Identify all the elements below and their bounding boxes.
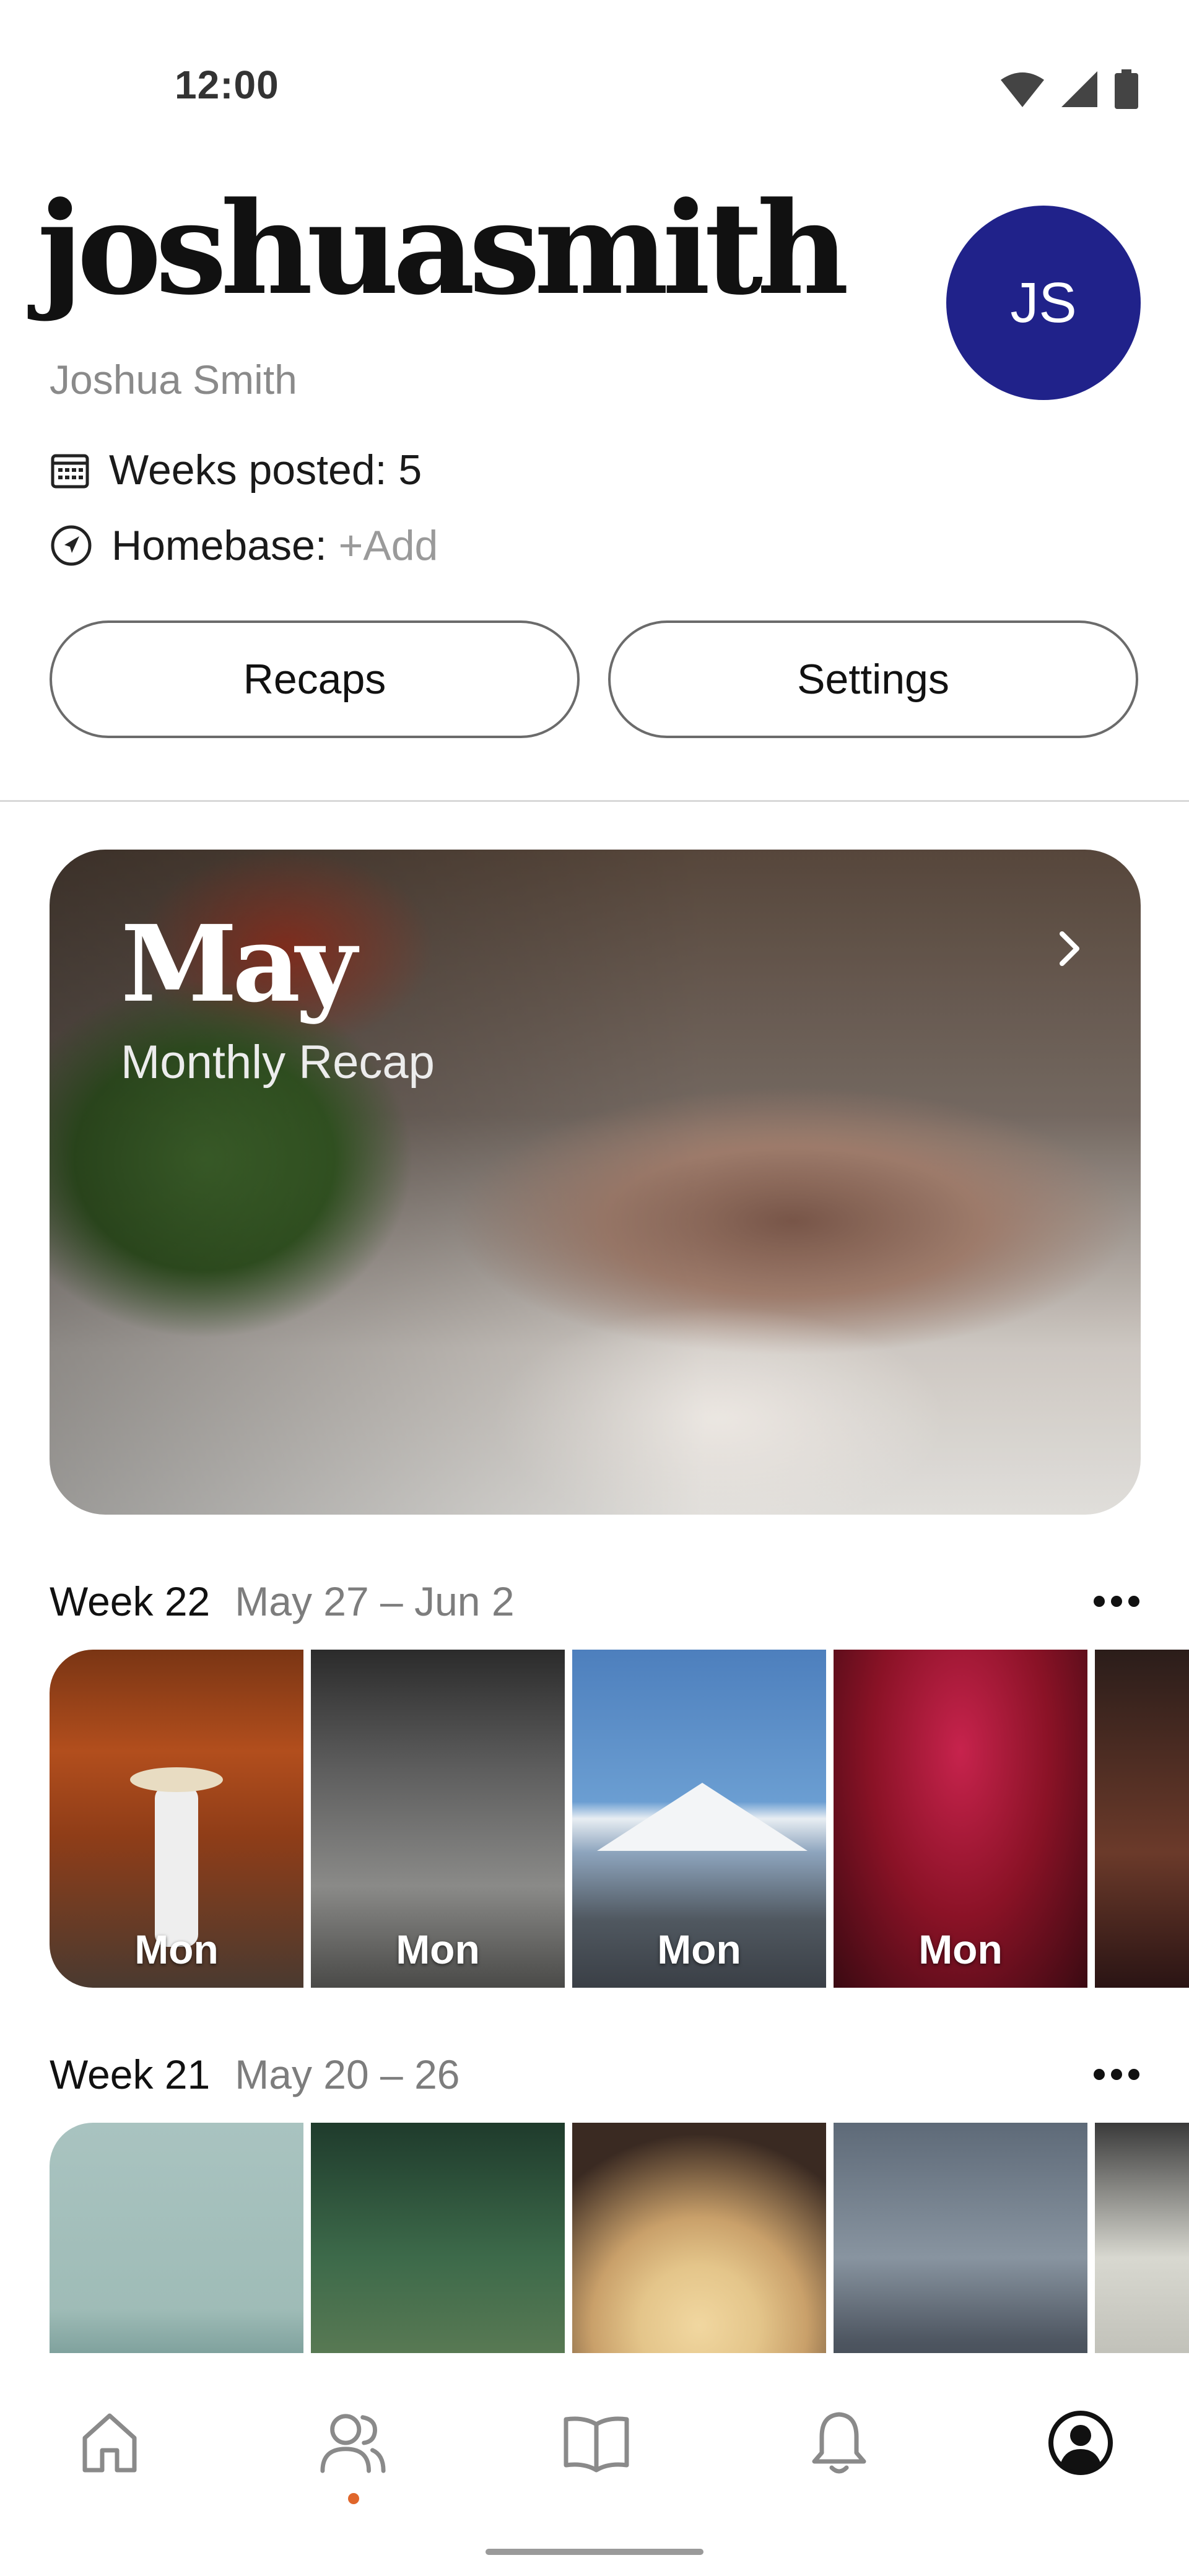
day-label: Mon [657, 1926, 741, 1972]
home-indicator [486, 2549, 703, 2555]
week-22-photos: Mon Mon Mon Mon [50, 1650, 1189, 1988]
photo-thumbnail[interactable] [311, 2123, 565, 2353]
homebase-add-link[interactable]: +Add [339, 522, 438, 569]
monthly-recap-card[interactable]: May Monthly Recap [50, 850, 1141, 1515]
week-title: Week 22 [50, 1578, 211, 1624]
battery-icon [1115, 69, 1138, 109]
photo-thumbnail[interactable] [1095, 1650, 1189, 1988]
photo-thumbnail[interactable] [50, 2123, 303, 2353]
day-label: Mon [396, 1926, 480, 1972]
avatar-initials: JS [1010, 271, 1077, 334]
status-icons [1001, 69, 1138, 109]
photo-thumbnail[interactable] [572, 2123, 826, 2353]
weeks-posted-row: Weeks posted: 5 [50, 446, 422, 494]
signal-icon [1061, 71, 1097, 107]
photo-thumbnail[interactable]: Mon [572, 1650, 826, 1988]
home-icon[interactable] [76, 2409, 144, 2477]
settings-button[interactable]: Settings [608, 620, 1138, 738]
active-tab-indicator [348, 2493, 359, 2504]
header-divider [0, 800, 1189, 802]
photo-thumbnail[interactable]: Mon [50, 1650, 303, 1988]
week-title: Week 21 [50, 2052, 211, 2097]
calendar-icon [51, 454, 89, 489]
weeks-posted: Weeks posted: 5 [109, 446, 422, 494]
week-21-photos [50, 2123, 1189, 2353]
friends-icon[interactable] [319, 2409, 387, 2477]
photo-thumbnail[interactable] [1095, 2123, 1189, 2353]
recap-month: May [121, 902, 357, 1026]
more-options-icon[interactable] [1094, 2069, 1139, 2080]
avatar[interactable]: JS [946, 206, 1141, 400]
recaps-button[interactable]: Recaps [50, 620, 580, 738]
photo-thumbnail[interactable]: Mon [834, 1650, 1087, 1988]
week-range: May 20 – 26 [235, 2052, 460, 2097]
week-22-header: Week 22 May 27 – Jun 2 [50, 1578, 515, 1625]
homebase-label: Homebase: [111, 522, 327, 569]
recap-subtitle: Monthly Recap [121, 1036, 435, 1089]
status-time: 12:00 [175, 63, 279, 107]
profile-icon[interactable] [1047, 2409, 1115, 2477]
day-label: Mon [134, 1926, 219, 1972]
photo-thumbnail[interactable]: Mon [311, 1650, 565, 1988]
wifi-icon [1001, 72, 1044, 107]
day-label: Mon [918, 1926, 1003, 1972]
homebase-row: Homebase: +Add [50, 521, 438, 570]
chevron-right-icon [1060, 931, 1079, 966]
photo-thumbnail[interactable] [834, 2123, 1087, 2353]
notifications-icon[interactable] [805, 2409, 873, 2477]
more-options-icon[interactable] [1094, 1596, 1139, 1607]
week-range: May 27 – Jun 2 [235, 1578, 515, 1624]
full-name: Joshua Smith [50, 357, 297, 402]
navigation-arrow-icon [51, 525, 92, 566]
username: joshuasmith [37, 175, 849, 323]
week-21-header: Week 21 May 20 – 26 [50, 2051, 460, 2098]
journal-icon[interactable] [562, 2409, 630, 2477]
